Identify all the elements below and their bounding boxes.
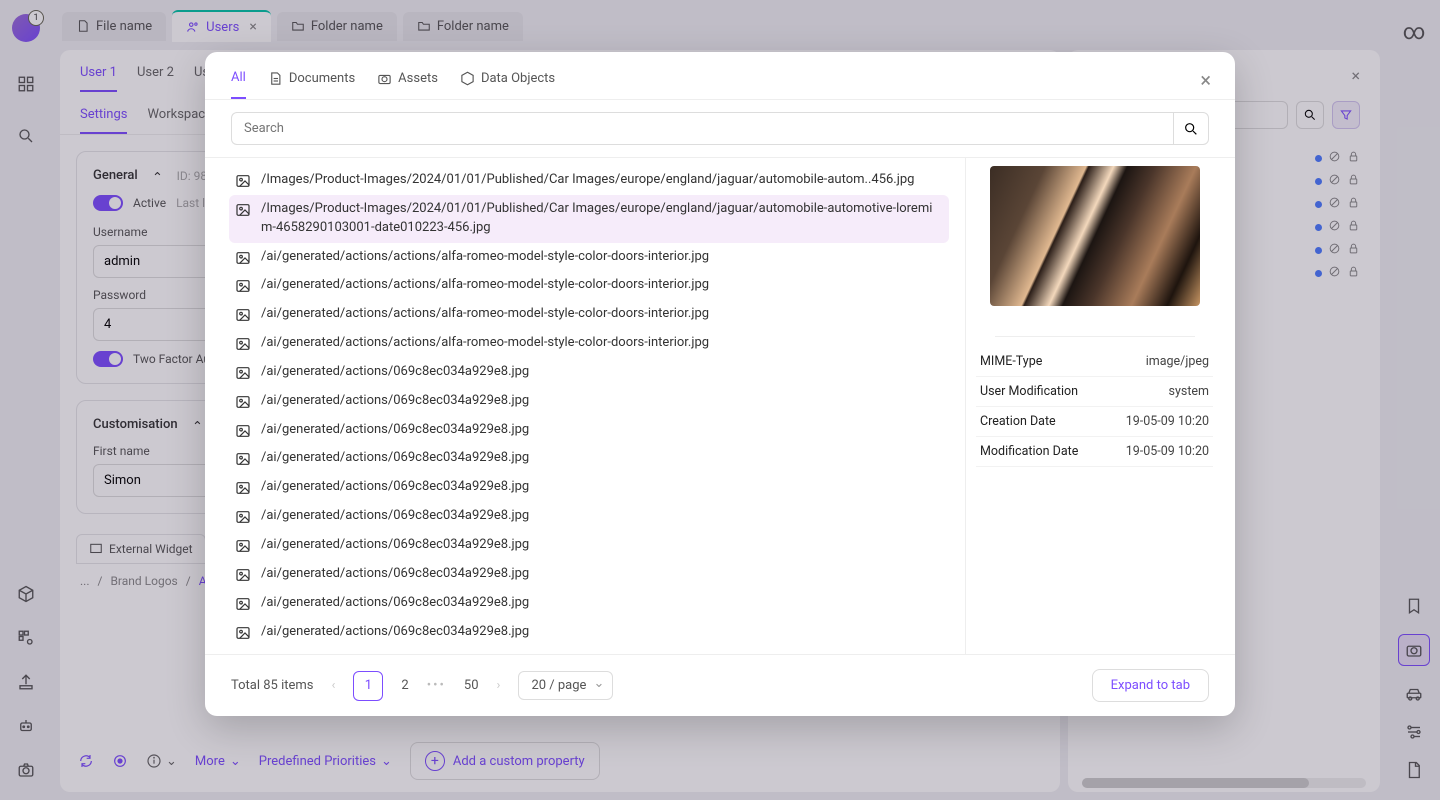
meta-row: Creation Date19-05-09 10:20 — [976, 407, 1213, 437]
page-ellipsis: ••• — [427, 678, 446, 693]
page-size-select[interactable]: 20 / page — [518, 671, 613, 700]
modal-search-input[interactable] — [231, 112, 1173, 145]
result-item[interactable]: /Images/Product-Images/2024/01/01/Publis… — [229, 166, 949, 195]
page-prev[interactable]: ‹ — [332, 678, 336, 693]
modal-tab-assets[interactable]: Assets — [377, 70, 438, 99]
meta-row: MIME-Typeimage/jpeg — [976, 347, 1213, 377]
search-button[interactable] — [1173, 112, 1209, 145]
meta-row: User Modificationsystem — [976, 377, 1213, 407]
result-item[interactable]: /ai/generated/actions/069c8ec034a929e8.j… — [229, 589, 949, 618]
result-item[interactable]: /ai/generated/actions/069c8ec034a929e8.j… — [229, 416, 949, 445]
result-item[interactable]: /ai/generated/actions/actions/alfa-romeo… — [229, 300, 949, 329]
result-item[interactable]: /ai/generated/actions/069c8ec034a929e8.j… — [229, 387, 949, 416]
result-item[interactable]: /ai/generated/actions/069c8ec034a929e8.j… — [229, 444, 949, 473]
result-item[interactable]: /ai/generated/actions/actions/alfa-romeo… — [229, 271, 949, 300]
page-next[interactable]: › — [497, 678, 501, 693]
result-item[interactable]: /ai/generated/actions/069c8ec034a929e8.j… — [229, 531, 949, 560]
result-item[interactable]: /Images/Product-Images/2024/01/01/Publis… — [229, 195, 949, 243]
result-item[interactable]: /ai/generated/actions/069c8ec034a929e8.j… — [229, 618, 949, 647]
page-last[interactable]: 50 — [464, 678, 479, 693]
meta-row: Modification Date19-05-09 10:20 — [976, 437, 1213, 467]
modal-tab-all[interactable]: All — [231, 70, 246, 99]
modal-tab-documents[interactable]: Documents — [268, 70, 355, 99]
expand-to-tab-button[interactable]: Expand to tab — [1092, 669, 1209, 702]
result-item[interactable]: /ai/generated/actions/actions/alfa-romeo… — [229, 329, 949, 358]
search-modal: All Documents Assets Data Objects × /Ima… — [205, 52, 1235, 716]
result-item[interactable]: /ai/generated/actions/069c8ec034a929e8.j… — [229, 560, 949, 589]
page-1[interactable]: 1 — [353, 671, 383, 701]
preview-image — [990, 166, 1200, 306]
result-item[interactable]: /ai/generated/actions/069c8ec034a929e8.j… — [229, 502, 949, 531]
result-list: /Images/Product-Images/2024/01/01/Publis… — [205, 158, 965, 654]
result-item[interactable]: /ai/generated/actions/actions/alfa-romeo… — [229, 243, 949, 272]
page-2[interactable]: 2 — [401, 678, 408, 693]
preview-pane: MIME-Typeimage/jpegUser Modificationsyst… — [965, 158, 1235, 654]
result-item[interactable]: /ai/generated/actions/069c8ec034a929e8.j… — [229, 473, 949, 502]
modal-backdrop[interactable]: All Documents Assets Data Objects × /Ima… — [0, 0, 1440, 800]
result-item[interactable]: /ai/generated/actions/069c8ec034a929e8.j… — [229, 358, 949, 387]
modal-tab-dataobjects[interactable]: Data Objects — [460, 70, 555, 99]
modal-close-icon[interactable]: × — [1200, 68, 1211, 92]
total-count: Total 85 items — [231, 678, 314, 693]
